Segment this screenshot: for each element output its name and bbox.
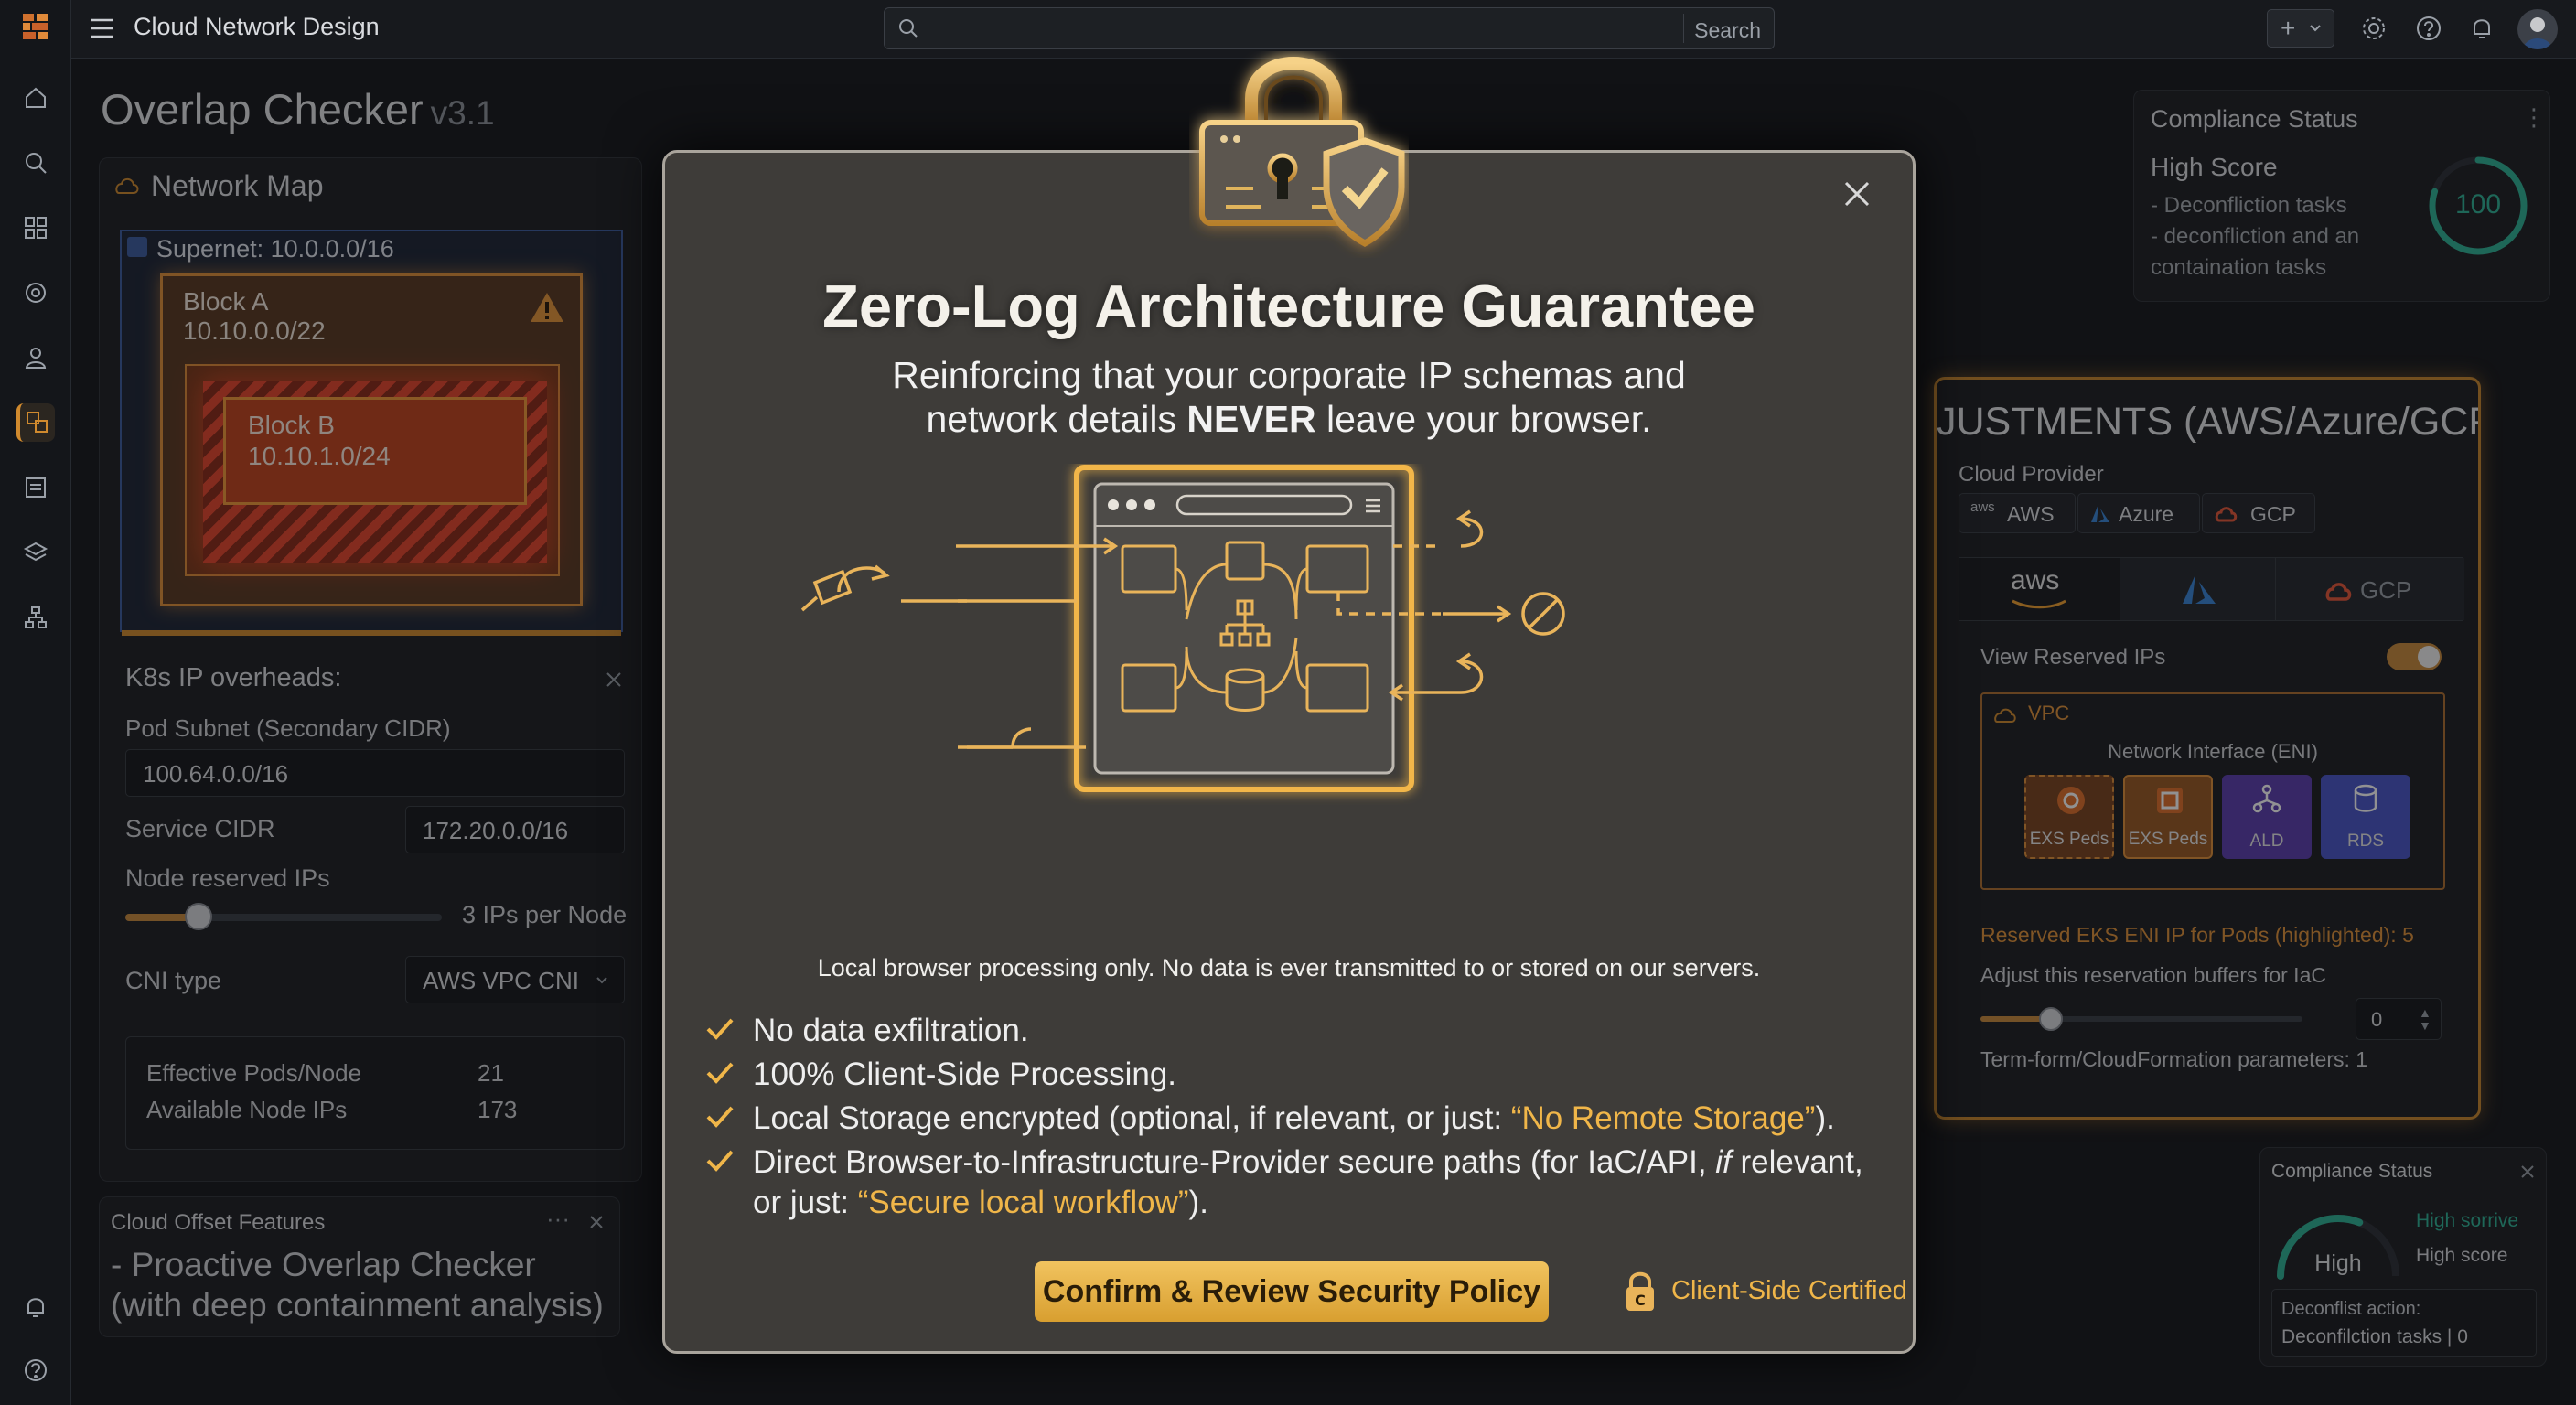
point-4-line2-pre: or just: <box>753 1185 858 1220</box>
check-icon <box>706 1150 734 1172</box>
gear-icon[interactable] <box>2360 15 2388 42</box>
brand-logo-icon[interactable] <box>16 7 55 46</box>
bell-icon[interactable] <box>16 1288 55 1326</box>
check-icon <box>706 1018 734 1040</box>
padlock-shield-icon <box>1189 51 1409 258</box>
search-button[interactable]: Search <box>1694 18 1761 43</box>
point-3-pre: Local Storage encrypted (optional, if re… <box>753 1100 1511 1136</box>
home-icon[interactable] <box>16 79 55 117</box>
confirm-review-button[interactable]: Confirm & Review Security Policy <box>1035 1261 1549 1322</box>
help-icon[interactable] <box>2415 15 2442 42</box>
user-icon[interactable] <box>16 338 55 377</box>
layers-icon[interactable] <box>16 533 55 572</box>
point-secure-paths: Direct Browser-to-Infrastructure-Provide… <box>706 1142 1863 1223</box>
modal-subtitle-line-1: Reinforcing that your corporate IP schem… <box>892 354 1686 396</box>
network-icon[interactable] <box>16 273 55 312</box>
point-3-post: ). <box>1815 1100 1835 1136</box>
check-icon <box>706 1106 734 1128</box>
subtitle-never: NEVER <box>1186 398 1316 440</box>
search-icon <box>897 17 919 39</box>
point-4-line1-pre: Direct Browser-to-Infrastructure-Provide… <box>753 1144 1716 1180</box>
grid-icon[interactable] <box>16 209 55 247</box>
bell-icon[interactable] <box>2468 15 2496 42</box>
point-1-text: No data exfiltration. <box>753 1013 1029 1048</box>
search-input[interactable]: Search <box>884 7 1775 49</box>
point-local-storage: Local Storage encrypted (optional, if re… <box>706 1099 1835 1139</box>
top-bar: Cloud Network Design Search + <box>71 0 2576 59</box>
help-icon[interactable] <box>16 1351 55 1389</box>
plus-icon: + <box>2281 14 2296 42</box>
point-3-quote: “No Remote Storage” <box>1510 1100 1816 1136</box>
search-icon[interactable] <box>16 144 55 182</box>
add-dropdown-button[interactable]: + <box>2267 9 2334 48</box>
point-4-line1-em: if <box>1715 1144 1732 1180</box>
overlap-checker-nav-icon[interactable] <box>16 403 55 442</box>
check-icon <box>706 1062 734 1084</box>
point-4-line2-quote: “Secure local workflow” <box>857 1185 1189 1220</box>
subtitle-post: leave your browser. <box>1315 398 1652 440</box>
search-divider <box>1683 14 1684 43</box>
svg-text:C: C <box>1635 1292 1646 1309</box>
document-icon[interactable] <box>16 468 55 507</box>
diagram-icon[interactable] <box>16 598 55 637</box>
app-title: Cloud Network Design <box>134 13 380 40</box>
modal-caption: Local browser processing only. No data i… <box>817 954 1761 981</box>
close-icon[interactable] <box>1841 178 1873 209</box>
point-2-text: 100% Client-Side Processing. <box>753 1056 1177 1092</box>
security-modal: Zero-Log Architecture Guarantee Reinforc… <box>662 150 1916 1354</box>
point-4-line2-post: ). <box>1188 1185 1208 1220</box>
modal-subtitle-line-2: network details NEVER leave your browser… <box>665 398 1913 441</box>
avatar[interactable] <box>2517 9 2558 49</box>
data-flow-illustration <box>784 464 1790 830</box>
modal-title: Zero-Log Architecture Guarantee <box>822 273 1755 339</box>
lock-c-icon: C <box>1624 1271 1657 1313</box>
left-nav-rail <box>0 0 71 1405</box>
chevron-down-icon <box>2308 21 2323 36</box>
menu-icon[interactable] <box>90 16 115 40</box>
point-no-exfiltration: No data exfiltration. <box>706 1011 1029 1051</box>
point-4-line1-post: relevant, <box>1731 1144 1863 1180</box>
point-client-side: 100% Client-Side Processing. <box>706 1055 1177 1095</box>
subtitle-pre: network details <box>926 398 1187 440</box>
client-side-certified: Client-Side Certified <box>1671 1276 1907 1305</box>
